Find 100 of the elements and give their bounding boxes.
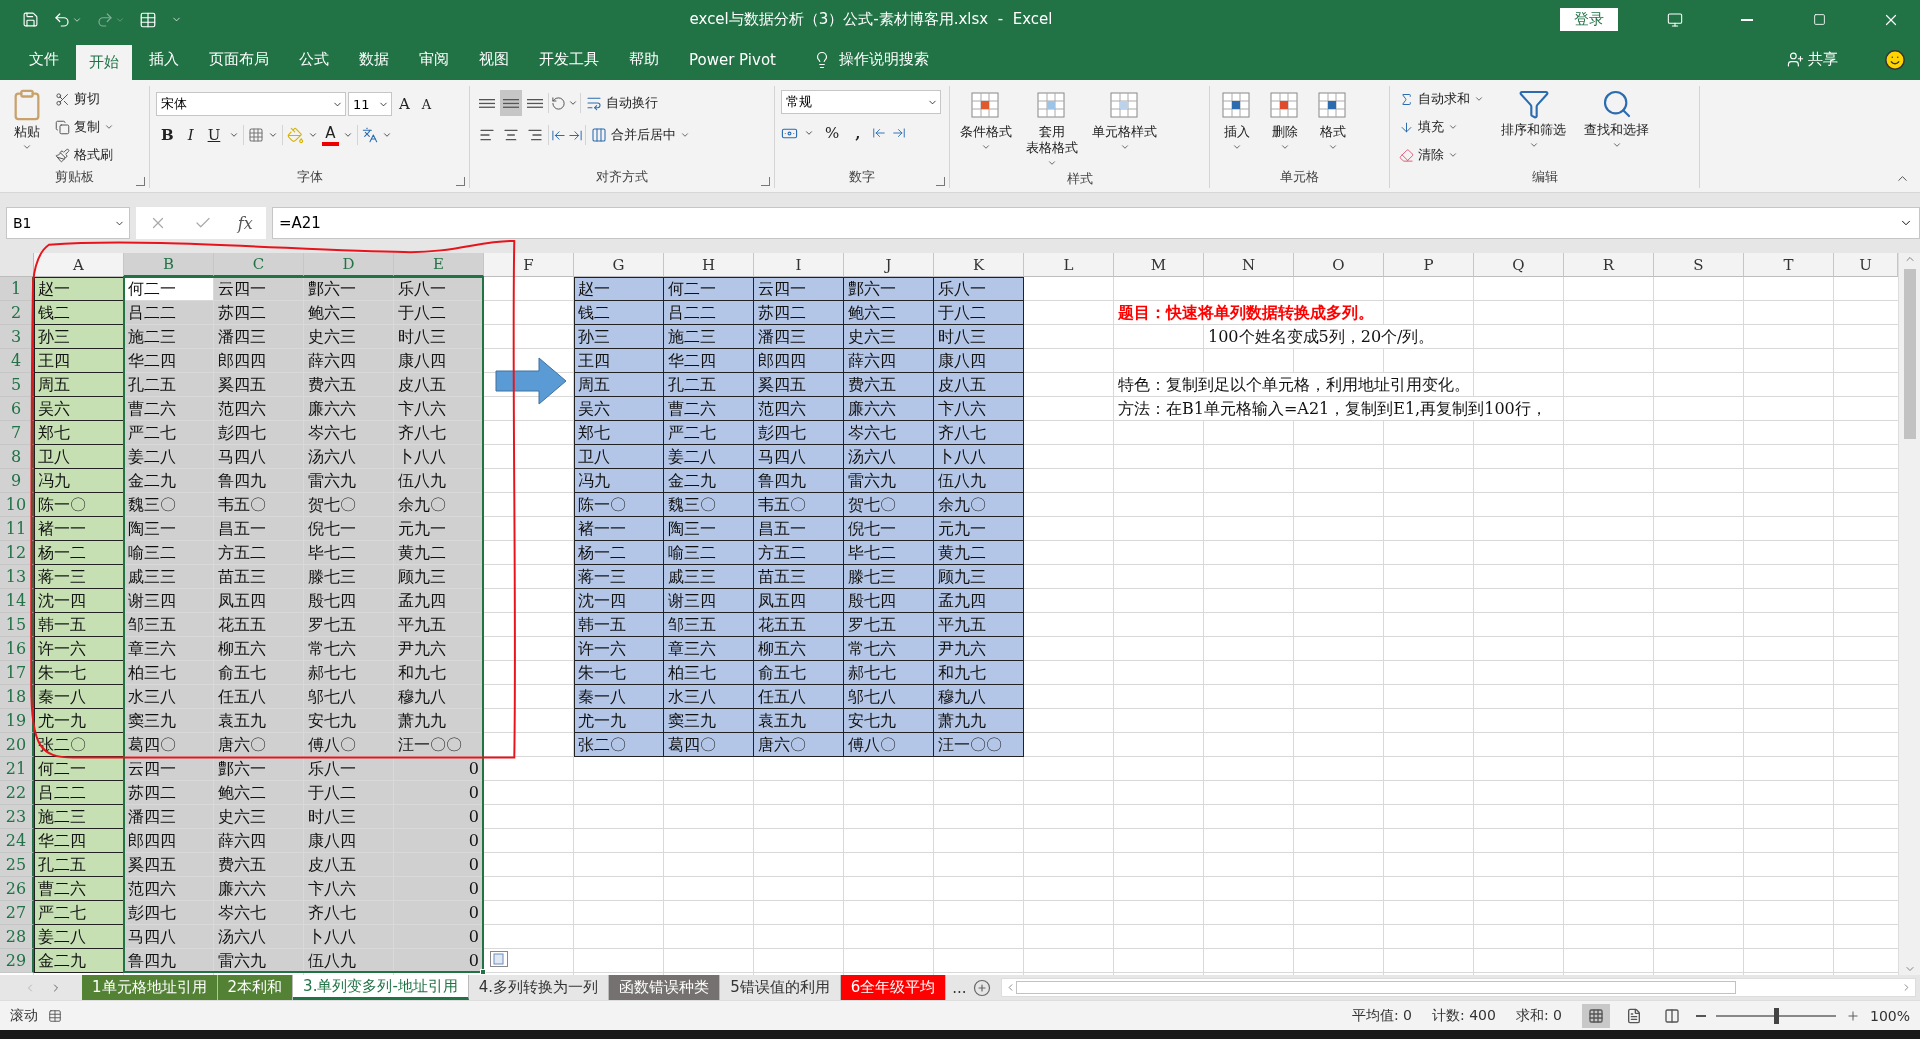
table-cell[interactable]: 严二七 bbox=[34, 901, 124, 925]
table-cell[interactable]: 奚四五 bbox=[124, 853, 214, 877]
zoom-thumb[interactable] bbox=[1773, 1007, 1779, 1024]
more-sheets[interactable]: ... bbox=[946, 978, 973, 997]
table-cell[interactable]: 章三六 bbox=[124, 637, 214, 661]
percent-button[interactable]: % bbox=[820, 122, 845, 144]
table-cell[interactable]: 毕七二 bbox=[304, 541, 394, 565]
table-cell[interactable]: 卞八六 bbox=[304, 877, 394, 901]
cells-button[interactable]: 插入 bbox=[1216, 88, 1258, 154]
table-cell[interactable]: 余九〇 bbox=[934, 493, 1024, 517]
table-cell[interactable]: 余九〇 bbox=[394, 493, 484, 517]
ribbon-tab[interactable]: 文件 bbox=[16, 39, 72, 80]
column-header[interactable]: M bbox=[1114, 253, 1204, 277]
row-header[interactable]: 29 bbox=[0, 949, 34, 973]
table-cell[interactable]: 卜八八 bbox=[394, 445, 484, 469]
table-cell[interactable]: 陈一〇 bbox=[34, 493, 124, 517]
table-cell[interactable]: 常七六 bbox=[304, 637, 394, 661]
table-cell[interactable]: 倪七一 bbox=[844, 517, 934, 541]
horizontal-scrollbar[interactable] bbox=[1000, 978, 1916, 997]
column-header[interactable]: S bbox=[1654, 253, 1744, 277]
merge-center-button[interactable]: 合并后居中 bbox=[588, 122, 693, 148]
ribbon-tab[interactable]: 视图 bbox=[466, 39, 522, 80]
table-cell[interactable]: 邹三五 bbox=[664, 613, 754, 637]
table-cell[interactable]: 尤一九 bbox=[34, 709, 124, 733]
column-header[interactable]: O bbox=[1294, 253, 1384, 277]
row-header[interactable]: 25 bbox=[0, 853, 34, 877]
table-cell[interactable]: 卜八八 bbox=[934, 445, 1024, 469]
table-cell[interactable]: 杨一二 bbox=[574, 541, 664, 565]
table-cell[interactable]: 岑六七 bbox=[304, 421, 394, 445]
table-cell[interactable]: 廉六六 bbox=[214, 877, 304, 901]
table-cell[interactable]: 贺七〇 bbox=[844, 493, 934, 517]
table-cell[interactable]: 唐六〇 bbox=[754, 733, 844, 757]
table-cell[interactable]: 乐八一 bbox=[304, 757, 394, 781]
bold-button[interactable]: B bbox=[156, 124, 179, 146]
row-header[interactable]: 14 bbox=[0, 589, 34, 613]
table-cell[interactable]: 苏四二 bbox=[124, 781, 214, 805]
table-cell[interactable]: 姜二八 bbox=[664, 445, 754, 469]
table-cell[interactable]: 傅八〇 bbox=[844, 733, 934, 757]
table-cell[interactable]: 花五五 bbox=[214, 613, 304, 637]
table-cell[interactable]: 时八三 bbox=[304, 805, 394, 829]
sheet-tab[interactable]: 6全年级平均 bbox=[840, 975, 947, 1000]
table-cell[interactable]: 时八三 bbox=[934, 325, 1024, 349]
underline-button[interactable]: U bbox=[202, 124, 226, 146]
table-cell[interactable]: 汪一〇〇 bbox=[934, 733, 1024, 757]
table-cell[interactable]: 岑六七 bbox=[214, 901, 304, 925]
table-cell[interactable]: 伍八九 bbox=[394, 469, 484, 493]
paste-button[interactable]: 粘贴 bbox=[6, 86, 48, 168]
undo-button[interactable] bbox=[53, 10, 82, 29]
table-cell[interactable]: 齐八七 bbox=[394, 421, 484, 445]
table-cell[interactable]: 顾九三 bbox=[394, 565, 484, 589]
table-cell[interactable]: 袁五九 bbox=[754, 709, 844, 733]
table-cell[interactable]: 鲁四九 bbox=[214, 469, 304, 493]
table-cell[interactable]: 严二七 bbox=[124, 421, 214, 445]
table-cell[interactable]: 滕七三 bbox=[844, 565, 934, 589]
table-cell[interactable]: 伍八九 bbox=[304, 949, 394, 973]
column-header[interactable]: L bbox=[1024, 253, 1114, 277]
table-cell[interactable]: 沈一四 bbox=[34, 589, 124, 613]
table-cell[interactable]: 云四一 bbox=[214, 277, 304, 301]
editing-big-button[interactable]: 查找和选择 bbox=[1580, 86, 1653, 152]
table-cell[interactable]: 0 bbox=[394, 829, 484, 853]
table-cell[interactable]: 喻三二 bbox=[124, 541, 214, 565]
table-cell[interactable]: 于八二 bbox=[394, 301, 484, 325]
table-cell[interactable]: 乐八一 bbox=[934, 277, 1024, 301]
table-cell[interactable]: 鲍六二 bbox=[214, 781, 304, 805]
table-cell[interactable]: 卫八 bbox=[574, 445, 664, 469]
cells-button[interactable]: 格式 bbox=[1312, 88, 1354, 154]
table-cell[interactable]: 郎四四 bbox=[214, 349, 304, 373]
table-cell[interactable]: 彭四七 bbox=[124, 901, 214, 925]
column-header[interactable]: J bbox=[844, 253, 934, 277]
table-cell[interactable]: 0 bbox=[394, 853, 484, 877]
table-cell[interactable]: 郝七七 bbox=[304, 661, 394, 685]
table-cell[interactable]: 史六三 bbox=[304, 325, 394, 349]
table-cell[interactable]: 钱二 bbox=[34, 301, 124, 325]
ribbon-tab[interactable]: 公式 bbox=[286, 39, 342, 80]
grow-font-button[interactable]: A bbox=[394, 93, 415, 115]
row-header[interactable]: 21 bbox=[0, 757, 34, 781]
table-cell[interactable]: 韦五〇 bbox=[214, 493, 304, 517]
column-header[interactable]: T bbox=[1744, 253, 1834, 277]
table-cell[interactable]: 金二九 bbox=[34, 949, 124, 973]
table-cell[interactable]: 0 bbox=[394, 901, 484, 925]
table-cell[interactable]: 秦一八 bbox=[34, 685, 124, 709]
table-cell[interactable]: 范四六 bbox=[754, 397, 844, 421]
table-cell[interactable]: 卫八 bbox=[34, 445, 124, 469]
table-cell[interactable]: 齐八七 bbox=[934, 421, 1024, 445]
table-cell[interactable]: 赵一 bbox=[574, 277, 664, 301]
table-cell[interactable]: 乐八一 bbox=[394, 277, 484, 301]
table-cell[interactable]: 吴六 bbox=[574, 397, 664, 421]
table-cell[interactable]: 袁五九 bbox=[214, 709, 304, 733]
table-cell[interactable]: 鲁四九 bbox=[124, 949, 214, 973]
table-cell[interactable]: 穆九八 bbox=[394, 685, 484, 709]
row-header[interactable]: 13 bbox=[0, 565, 34, 589]
table-cell[interactable]: 潘四三 bbox=[754, 325, 844, 349]
table-cell[interactable]: 何二一 bbox=[34, 757, 124, 781]
save-button[interactable] bbox=[22, 11, 39, 28]
table-cell[interactable]: 邬七八 bbox=[844, 685, 934, 709]
table-cell[interactable]: 曹二六 bbox=[34, 877, 124, 901]
table-cell[interactable]: 和九七 bbox=[934, 661, 1024, 685]
table-cell[interactable]: 汤六八 bbox=[214, 925, 304, 949]
column-header[interactable]: H bbox=[664, 253, 754, 277]
table-cell[interactable]: 苗五三 bbox=[754, 565, 844, 589]
